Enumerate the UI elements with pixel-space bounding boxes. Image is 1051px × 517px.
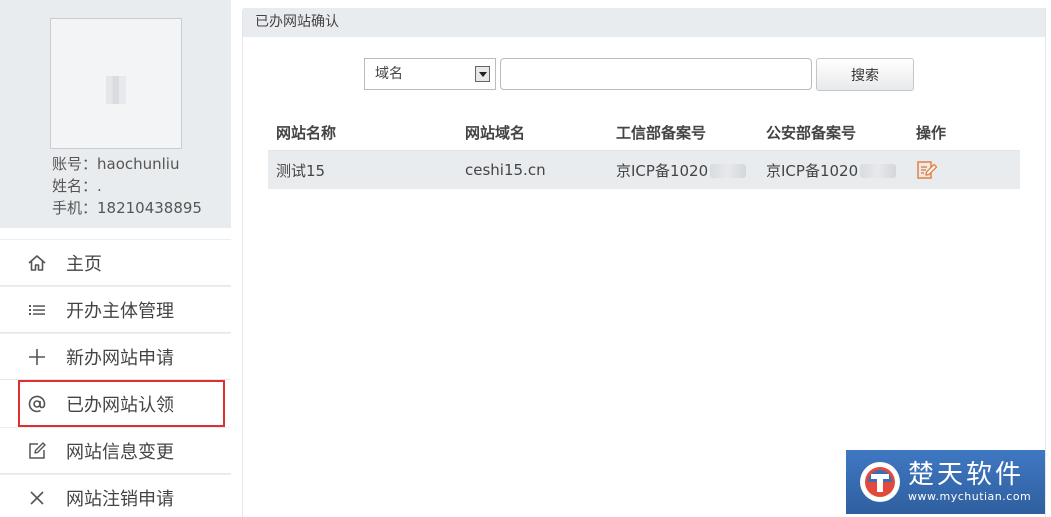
at-icon [22, 394, 52, 414]
site-table: 网站名称 网站域名 工信部备案号 公安部备案号 操作 测试15 ceshi15.… [268, 114, 1020, 189]
phone-text: 手机：18210438895 [52, 199, 202, 217]
sidebar-item-home[interactable]: 主页 [0, 239, 231, 286]
redacted-mask [710, 164, 747, 178]
divider [242, 10, 243, 517]
profile-info: 账号：haochunliu 姓名：. 手机：18210438895 [52, 153, 202, 219]
table-header: 网站名称 网站域名 工信部备案号 公安部备案号 操作 [268, 114, 1020, 151]
avatar [50, 18, 182, 149]
column-header: 公安部备案号 [766, 123, 857, 142]
home-icon [22, 253, 52, 273]
site-name-cell: 测试15 [276, 161, 326, 180]
sidebar-item-change-info[interactable]: 网站信息变更 [0, 427, 231, 474]
redacted-mask [860, 164, 897, 178]
search-button[interactable]: 搜索 [816, 58, 914, 91]
select-value: 域名 [375, 66, 403, 82]
app-root: 账号：haochunliu 姓名：. 手机：18210438895 主页 开办主… [0, 0, 1051, 517]
sidebar-nav: 主页 开办主体管理 新办网站申请 已办网站认领 网站信息变更 网站注销申请 [0, 239, 231, 517]
column-header: 网站域名 [465, 123, 526, 142]
mps-record-text: 京ICP备1020 [766, 161, 859, 180]
watermark-url: www.mychutian.com [908, 490, 1032, 503]
column-header: 工信部备案号 [616, 123, 707, 142]
watermark-logo: 楚天软件 www.mychutian.com [846, 450, 1045, 514]
account-text: 账号：haochunliu [52, 155, 180, 173]
sidebar-item-label: 网站信息变更 [66, 441, 174, 463]
chevron-down-icon[interactable] [475, 66, 490, 82]
sidebar-item-label: 已办网站认领 [66, 394, 174, 416]
edit-record-icon[interactable] [916, 159, 938, 181]
edit-icon [22, 441, 52, 461]
column-header: 网站名称 [276, 123, 337, 142]
column-header: 操作 [916, 123, 947, 142]
table-row: 测试15 ceshi15.cn 京ICP备1020 京ICP备1020 [268, 151, 1020, 189]
miit-record-cell: 京ICP备1020 [616, 160, 747, 181]
watermark-text: 楚天软件 www.mychutian.com [908, 460, 1031, 504]
divider [1045, 8, 1046, 517]
search-input[interactable] [500, 58, 812, 90]
close-icon [22, 488, 52, 508]
profile-panel: 账号：haochunliu 姓名：. 手机：18210438895 [0, 0, 231, 228]
sidebar-item-new-site[interactable]: 新办网站申请 [0, 333, 231, 380]
sidebar-item-label: 网站注销申请 [66, 488, 174, 510]
miit-record-text: 京ICP备1020 [616, 161, 709, 180]
sidebar-item-label: 主页 [66, 253, 102, 275]
sidebar-item-cancel-site[interactable]: 网站注销申请 [0, 474, 231, 517]
page-title: 已办网站确认 [243, 8, 1046, 37]
plus-icon [22, 347, 52, 367]
sidebar-item-label: 开办主体管理 [66, 300, 174, 322]
sidebar-item-label: 新办网站申请 [66, 347, 174, 369]
search-field-select[interactable]: 域名 [364, 58, 496, 90]
mps-record-cell: 京ICP备1020 [766, 160, 897, 181]
avatar-placeholder [106, 76, 126, 104]
site-domain-cell: ceshi15.cn [465, 161, 546, 179]
name-text: 姓名：. [52, 177, 102, 195]
action-cell [916, 159, 938, 181]
sidebar-item-claim-site[interactable]: 已办网站认领 [18, 380, 225, 427]
sidebar-item-entity-management[interactable]: 开办主体管理 [0, 286, 231, 333]
watermark-title: 楚天软件 [908, 460, 1025, 490]
brand-logo-icon [860, 462, 900, 502]
list-icon [22, 300, 52, 320]
